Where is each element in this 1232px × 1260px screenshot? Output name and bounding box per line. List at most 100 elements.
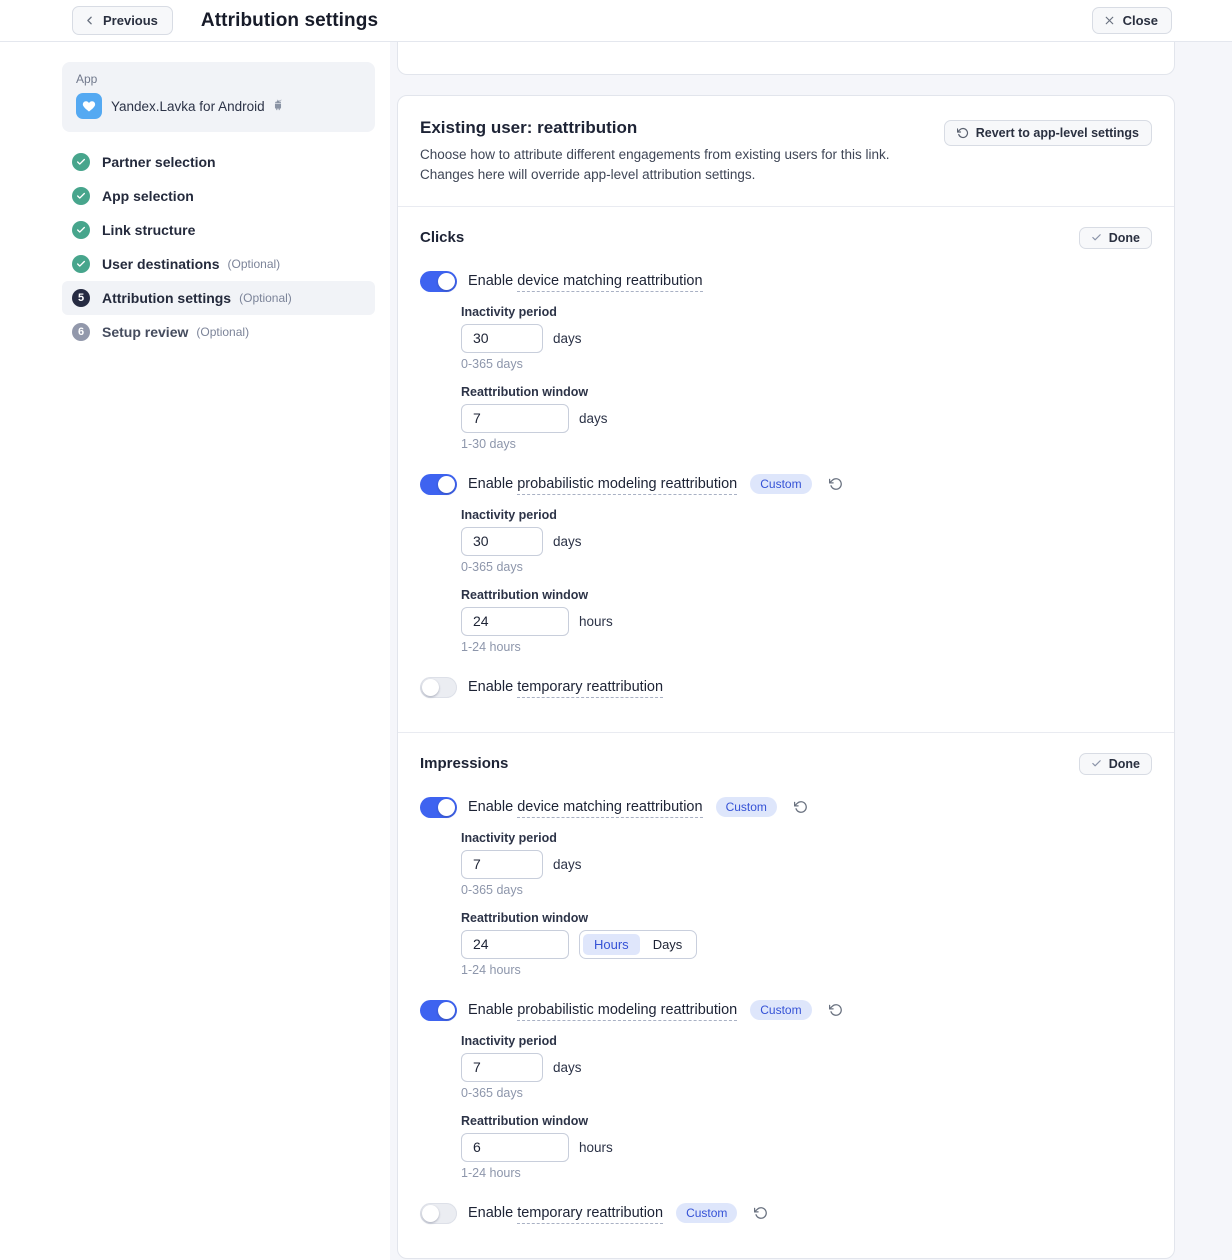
step-label: Attribution settings <box>102 290 231 306</box>
unit-label: days <box>553 857 582 872</box>
page-title: Attribution settings <box>201 10 378 32</box>
device-matching-term[interactable]: device matching reattribution <box>517 799 702 818</box>
toggle-knob <box>438 476 455 493</box>
wizard-sidebar: App Yandex.Lavka for Android Partner se <box>0 42 390 1260</box>
inactivity-period-input[interactable] <box>461 324 543 353</box>
reattribution-window-input[interactable] <box>461 1133 569 1162</box>
step-number-badge: 6 <box>72 323 90 341</box>
probabilistic-toggle[interactable] <box>420 474 457 495</box>
step-attribution-settings[interactable]: 5 Attribution settings (Optional) <box>62 281 375 315</box>
toggle-label-prefix: Enable <box>468 1205 513 1221</box>
probabilistic-term[interactable]: probabilistic modeling reattribution <box>517 476 737 495</box>
reattribution-window-input[interactable] <box>461 607 569 636</box>
device-matching-toggle-row: Enable device matching reattribution <box>420 271 1152 292</box>
reattribution-window-field: Reattribution window hours 1-24 hours <box>461 588 1152 655</box>
field-label: Reattribution window <box>461 1114 1152 1129</box>
field-hint: 0-365 days <box>461 357 1152 372</box>
step-number: 5 <box>78 292 84 304</box>
clicks-done-button[interactable]: Done <box>1079 227 1152 249</box>
temporary-toggle-row: Enable temporary reattribution <box>420 677 1152 698</box>
app-logo-icon <box>76 93 102 119</box>
toggle-label-prefix: Enable <box>468 1002 513 1018</box>
clicks-heading: Clicks <box>420 229 464 246</box>
toggle-knob <box>422 679 439 696</box>
temporary-toggle[interactable] <box>420 677 457 698</box>
reattribution-window-field: Reattribution window hours 1-24 hours <box>461 1114 1152 1181</box>
app-name: Yandex.Lavka for Android <box>111 98 285 115</box>
field-hint: 1-24 hours <box>461 640 1152 655</box>
inactivity-period-input[interactable] <box>461 527 543 556</box>
step-optional-label: (Optional) <box>196 325 249 339</box>
step-number-badge: 5 <box>72 289 90 307</box>
panel-title: Existing user: reattribution <box>420 118 944 138</box>
field-label: Reattribution window <box>461 911 1152 926</box>
toggle-label-prefix: Enable <box>468 679 513 695</box>
step-link-structure[interactable]: Link structure <box>62 213 375 247</box>
chevron-left-icon <box>83 14 96 27</box>
toggle-label-prefix: Enable <box>468 799 513 815</box>
inactivity-period-input[interactable] <box>461 1053 543 1082</box>
toggle-label: Enable temporary reattribution <box>468 1205 663 1221</box>
undo-icon[interactable] <box>829 1003 843 1017</box>
device-matching-toggle[interactable] <box>420 797 457 818</box>
step-number: 6 <box>78 326 84 338</box>
field-hint: 1-24 hours <box>461 1166 1152 1181</box>
unit-label: days <box>553 1060 582 1075</box>
android-icon <box>271 98 285 115</box>
reattribution-window-field: Reattribution window days 1-30 days <box>461 385 1152 452</box>
device-matching-toggle[interactable] <box>420 271 457 292</box>
existing-user-card: Existing user: reattribution Choose how … <box>397 95 1175 1259</box>
impressions-heading: Impressions <box>420 755 508 772</box>
step-setup-review[interactable]: 6 Setup review (Optional) <box>62 315 375 349</box>
previous-button[interactable]: Previous <box>72 6 173 35</box>
probabilistic-toggle[interactable] <box>420 1000 457 1021</box>
toggle-label-prefix: Enable <box>468 476 513 492</box>
check-icon <box>1091 758 1102 769</box>
inactivity-period-input[interactable] <box>461 850 543 879</box>
inactivity-period-field: Inactivity period days 0-365 days <box>461 508 1152 575</box>
reattribution-window-field: Reattribution window Hours Days 1-24 hou… <box>461 911 1152 978</box>
revert-label: Revert to app-level settings <box>976 126 1139 140</box>
revert-to-app-level-button[interactable]: Revert to app-level settings <box>944 120 1152 146</box>
impressions-done-button[interactable]: Done <box>1079 753 1152 775</box>
step-partner-selection[interactable]: Partner selection <box>62 145 375 179</box>
step-optional-label: (Optional) <box>239 291 292 305</box>
temporary-term[interactable]: temporary reattribution <box>517 1205 663 1224</box>
step-label: Partner selection <box>102 154 216 170</box>
undo-icon <box>957 127 969 139</box>
undo-icon[interactable] <box>754 1206 768 1220</box>
custom-badge: Custom <box>750 474 811 494</box>
undo-icon[interactable] <box>794 800 808 814</box>
custom-badge: Custom <box>676 1203 737 1223</box>
device-matching-term[interactable]: device matching reattribution <box>517 273 702 292</box>
app-section-label: App <box>76 72 361 86</box>
close-button[interactable]: Close <box>1092 7 1172 34</box>
probabilistic-term[interactable]: probabilistic modeling reattribution <box>517 1002 737 1021</box>
field-label: Inactivity period <box>461 1034 1152 1049</box>
panel-header: Existing user: reattribution Choose how … <box>398 96 1174 206</box>
step-optional-label: (Optional) <box>227 257 280 271</box>
toggle-label: Enable temporary reattribution <box>468 679 663 695</box>
undo-icon[interactable] <box>829 477 843 491</box>
step-user-destinations[interactable]: User destinations (Optional) <box>62 247 375 281</box>
reattribution-window-input[interactable] <box>461 404 569 433</box>
close-label: Close <box>1123 13 1158 28</box>
device-matching-toggle-row: Enable device matching reattribution Cus… <box>420 797 1152 818</box>
clicks-section: Clicks Done Enable device matching reatt… <box>398 207 1174 732</box>
check-circle-icon <box>72 153 90 171</box>
hours-segment[interactable]: Hours <box>583 934 640 955</box>
unit-label: hours <box>579 1140 613 1155</box>
toggle-knob <box>438 1002 455 1019</box>
unit-label: days <box>579 411 608 426</box>
step-label: Link structure <box>102 222 195 238</box>
step-label: User destinations <box>102 256 219 272</box>
inactivity-period-field: Inactivity period days 0-365 days <box>461 1034 1152 1101</box>
days-segment[interactable]: Days <box>642 934 694 955</box>
step-app-selection[interactable]: App selection <box>62 179 375 213</box>
check-circle-icon <box>72 187 90 205</box>
toggle-knob <box>422 1205 439 1222</box>
temporary-toggle[interactable] <box>420 1203 457 1224</box>
reattribution-window-input[interactable] <box>461 930 569 959</box>
temporary-term[interactable]: temporary reattribution <box>517 679 663 698</box>
previous-label: Previous <box>103 13 158 28</box>
